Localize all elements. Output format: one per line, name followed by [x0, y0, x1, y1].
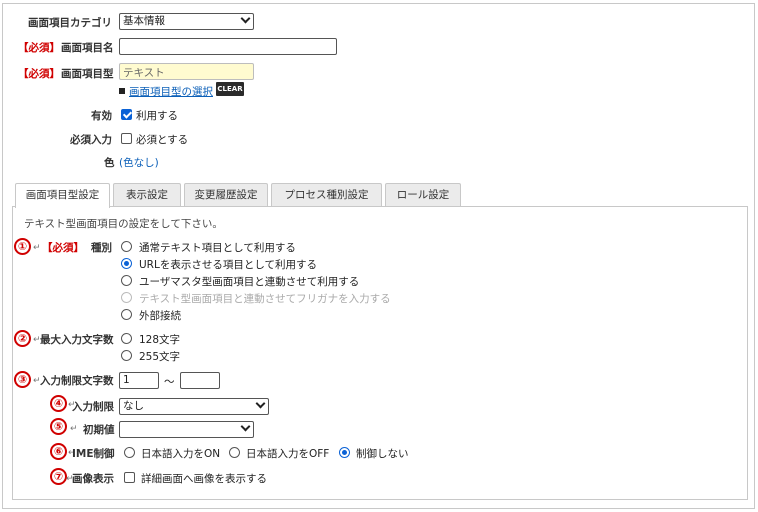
maxlen-label: 最大入力文字数 [40, 334, 114, 346]
maxlen-option-label: 128文字 [139, 334, 181, 346]
required-checkbox[interactable] [121, 133, 132, 144]
limitlen-label: 入力制限文字数 [40, 375, 114, 387]
image-label: 画像表示 [72, 473, 114, 485]
ime-label: IME制御 [72, 448, 115, 460]
image-checkbox[interactable] [124, 472, 135, 483]
limitlen-min-input[interactable]: 1 [119, 372, 159, 389]
maxlen-option-label: 255文字 [139, 351, 181, 363]
marker-1: ① [14, 238, 31, 255]
ime-radio-off[interactable] [229, 447, 240, 458]
color-label: 色 [104, 157, 115, 169]
type-select-link[interactable]: 画面項目型の選択 [129, 84, 213, 99]
marker-7: ⑦ [50, 468, 67, 485]
marker-5: ⑤ [50, 418, 67, 435]
required-checkbox-label: 必須とする [136, 134, 189, 146]
required-tag: 【必須】 [42, 242, 84, 254]
required-input-label: 必須入力 [70, 134, 112, 146]
marker-4: ④ [50, 395, 67, 412]
return-arrow-icon: ↵ [70, 424, 78, 434]
limitlen-max-input[interactable] [180, 372, 220, 389]
chevron-down-icon [240, 421, 251, 432]
kind-radio-normal[interactable] [121, 241, 132, 252]
type-input: テキスト [119, 63, 254, 80]
restriction-select[interactable]: なし [119, 398, 269, 415]
initial-label: 初期値 [83, 424, 115, 436]
maxlen-radio-128[interactable] [121, 333, 132, 344]
category-label: 画面項目カテゴリ [28, 17, 112, 29]
kind-label: 種別 [91, 242, 112, 254]
square-bullet-icon [119, 88, 125, 94]
chevron-down-icon [255, 398, 266, 409]
tab-display-settings[interactable]: 表示設定 [113, 183, 181, 207]
kind-radio-furigana [121, 292, 132, 303]
initial-select[interactable] [119, 421, 254, 438]
kind-radio-external[interactable] [121, 309, 132, 320]
kind-radio-user-master[interactable] [121, 275, 132, 286]
kind-option-label: ユーザマスタ型画面項目と連動させて利用する [139, 276, 360, 288]
chevron-down-icon [240, 13, 251, 24]
restriction-label: 入力制限 [72, 401, 114, 413]
clear-button[interactable]: CLEAR [216, 82, 244, 96]
kind-radio-url[interactable] [121, 258, 132, 269]
ime-option-label: 制御しない [356, 448, 409, 460]
kind-option-label: 通常テキスト項目として利用する [139, 242, 296, 254]
kind-option-label: URLを表示させる項目として利用する [139, 259, 318, 271]
enabled-checkbox[interactable] [121, 109, 132, 120]
kind-option-label: 外部接続 [139, 310, 181, 322]
marker-3: ③ [14, 371, 31, 388]
tab-role-settings[interactable]: ロール設定 [385, 183, 461, 207]
maxlen-radio-255[interactable] [121, 350, 132, 361]
name-input[interactable] [119, 38, 337, 55]
category-select[interactable]: 基本情報 [119, 13, 254, 30]
ime-radio-on[interactable] [124, 447, 135, 458]
required-tag: 【必須】 [18, 42, 60, 54]
enabled-checkbox-label: 利用する [136, 110, 178, 122]
kind-option-label: テキスト型画面項目と連動させてフリガナを入力する [139, 293, 391, 305]
panel-intro: テキスト型画面項目の設定をして下さい。 [24, 218, 223, 230]
required-tag: 【必須】 [18, 68, 60, 80]
image-checkbox-label: 詳細画面へ画像を表示する [141, 473, 267, 485]
name-label: 画面項目名 [61, 42, 114, 54]
return-arrow-icon: ↵ [33, 243, 41, 253]
tab-process-settings[interactable]: プロセス種別設定 [271, 183, 382, 207]
tab-item-type-settings[interactable]: 画面項目型設定 [15, 183, 110, 208]
category-select-value: 基本情報 [123, 15, 165, 27]
ime-option-label: 日本語入力をON [141, 448, 221, 460]
ime-radio-none[interactable] [339, 447, 350, 458]
range-tilde: ～ [164, 376, 175, 388]
enabled-label: 有効 [91, 110, 112, 122]
marker-2: ② [14, 330, 31, 347]
ime-option-label: 日本語入力をOFF [246, 448, 330, 460]
marker-6: ⑥ [50, 443, 67, 460]
color-value[interactable]: (色なし) [119, 155, 159, 170]
type-label: 画面項目型 [61, 68, 114, 80]
tab-history-settings[interactable]: 変更履歴設定 [184, 183, 268, 207]
